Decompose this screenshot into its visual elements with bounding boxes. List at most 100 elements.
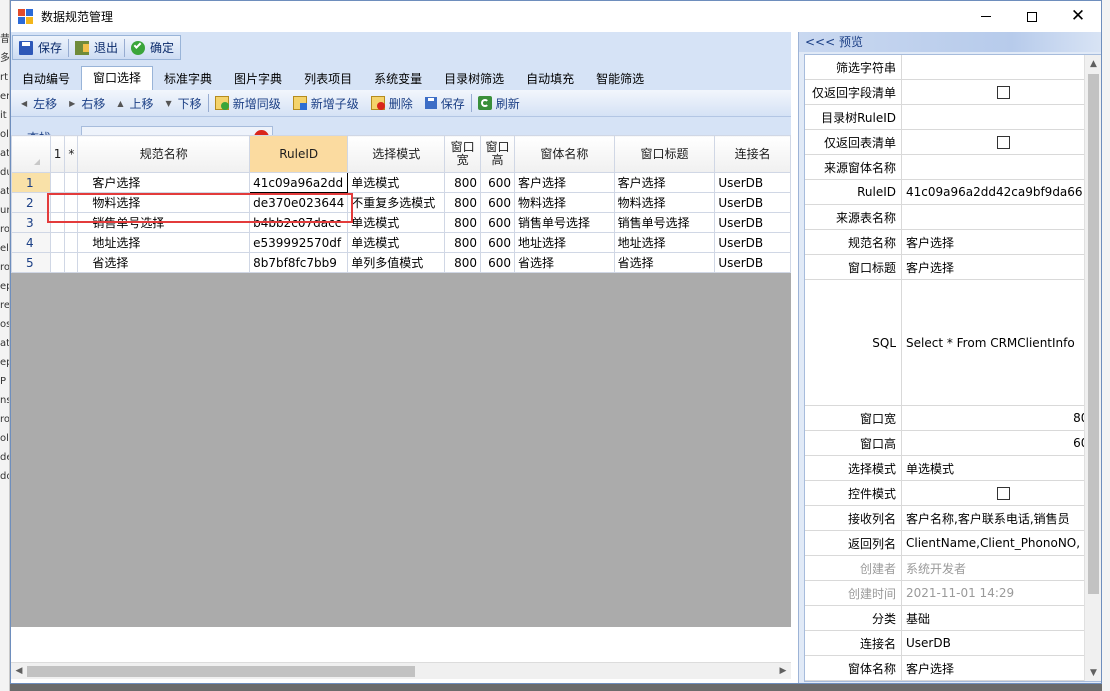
grid-cell-conn[interactable]: UserDB [714,232,791,253]
scroll-thumb[interactable] [1088,74,1099,594]
tab-0[interactable]: 自动编号 [11,68,81,90]
move-left-button[interactable]: ◀ 左移 [15,92,63,114]
tab-4[interactable]: 列表项目 [293,68,363,90]
ok-button[interactable]: 确定 [125,36,180,59]
column-header[interactable]: 规范名称 [77,135,251,173]
grid-cell-h[interactable]: 600 [480,172,515,193]
exit-button[interactable]: 退出 [69,36,124,59]
grid-cell-form[interactable]: 地址选择 [513,232,615,253]
grid-cell-wtitle[interactable]: 客户选择 [613,172,716,193]
grid-cell-name[interactable]: 客户选择 [77,172,251,193]
property-value[interactable]: Select * From CRMClientInfo [902,280,1101,405]
property-value[interactable]: 单选模式 [902,456,1101,480]
column-header[interactable]: 窗体名称 [513,135,615,173]
grid-cell-id[interactable]: b4bb2c07dacc [249,212,349,233]
grid-cell-mode[interactable]: 单选模式 [347,172,446,193]
row-indicator-cell[interactable] [49,172,66,193]
grid-cell-name[interactable]: 省选择 [77,252,251,273]
grid-cell-wtitle[interactable]: 省选择 [613,252,716,273]
grid-cell-name[interactable]: 地址选择 [77,232,251,253]
tab-7[interactable]: 自动填充 [515,68,585,90]
move-right-button[interactable]: ▶ 右移 [63,92,111,114]
table-row[interactable]: 2 物料选择 de370e023644 不重复多选模式 800 600 物料选择 物料选择 Us… [11,192,791,213]
tab-6[interactable]: 目录树筛选 [433,68,515,90]
grid-horizontal-scrollbar[interactable]: ◀ ▶ [11,662,791,679]
row-number[interactable]: 2 [11,192,51,213]
grid-cell-mode[interactable]: 单选模式 [347,212,446,233]
property-value[interactable]: ClientName,Client_PhonoNO, [902,531,1101,555]
tab-8[interactable]: 智能筛选 [585,68,655,90]
grid-cell-mode[interactable]: 不重复多选模式 [347,192,446,213]
property-checkbox-cell[interactable] [902,80,1101,104]
grid-cell-h[interactable]: 600 [480,212,515,233]
tab-5[interactable]: 系统变量 [363,68,433,90]
maximize-button[interactable] [1009,1,1055,32]
row-indicator-cell[interactable] [64,192,79,213]
property-value[interactable]: 600 [902,431,1101,455]
column-header[interactable]: 连接名 [714,135,791,173]
grid-cell-id[interactable]: 41c09a96a2dd [249,172,349,193]
property-value[interactable]: 客户选择 [902,255,1101,279]
scroll-up-icon[interactable]: ▲ [1085,55,1101,72]
checkbox[interactable] [997,135,1010,149]
move-up-button[interactable]: ▲ 上移 [111,92,159,114]
property-value[interactable]: 基础 [902,606,1101,630]
grid-cell-name[interactable]: 销售单号选择 [77,212,251,233]
row-indicator-cell[interactable] [64,232,79,253]
property-value[interactable] [902,155,1101,179]
property-value[interactable]: 客户选择 [902,230,1101,254]
grid-cell-conn[interactable]: UserDB [714,172,791,193]
scroll-down-icon[interactable]: ▼ [1085,664,1101,681]
property-value[interactable] [902,205,1101,229]
grid-cell-w[interactable]: 800 [444,192,482,213]
row-number[interactable]: 3 [11,212,51,233]
column-header[interactable]: RuleID [249,135,349,173]
property-value[interactable]: UserDB [902,631,1101,655]
grid-cell-form[interactable]: 省选择 [513,252,615,273]
header-number[interactable]: 1 [49,135,66,173]
grid-cell-w[interactable]: 800 [444,172,482,193]
grid-cell-id[interactable]: 8b7bf8fc7bb9 [249,252,349,273]
row-indicator-cell[interactable] [64,172,79,193]
minimize-button[interactable] [963,1,1009,32]
row-number[interactable]: 1 [11,172,51,193]
property-value[interactable]: 客户选择 [902,656,1101,680]
row-indicator-cell[interactable] [49,232,66,253]
close-button[interactable]: ✕ [1055,1,1101,32]
move-down-button[interactable]: ▼ 下移 [160,92,208,114]
delete-button[interactable]: 删除 [365,92,419,114]
grid-cell-wtitle[interactable]: 地址选择 [613,232,716,253]
property-value[interactable] [902,105,1101,129]
header-star[interactable]: * [64,135,79,173]
add-child-button[interactable]: 新增子级 [287,92,365,114]
grid-cell-conn[interactable]: UserDB [714,252,791,273]
grid-cell-h[interactable]: 600 [480,192,515,213]
row-indicator-cell[interactable] [49,212,66,233]
scroll-thumb[interactable] [27,666,415,677]
property-checkbox-cell[interactable] [902,481,1101,505]
table-row[interactable]: 4 地址选择 e539992570df 单选模式 800 600 地址选择 地址选择 UserD… [11,232,791,253]
tab-1[interactable]: 窗口选择 [81,66,154,90]
column-header[interactable]: 窗口宽 [444,135,482,173]
grid-cell-h[interactable]: 600 [480,252,515,273]
property-value[interactable]: 41c09a96a2dd42ca9bf9da66 [902,180,1101,204]
grid-cell-w[interactable]: 800 [444,232,482,253]
grid-cell-wtitle[interactable]: 物料选择 [613,192,716,213]
save-button[interactable]: 保存 [13,36,68,59]
table-row[interactable]: 1 客户选择 41c09a96a2dd 单选模式 800 600 客户选择 客户选择 UserD… [11,172,791,193]
tab-3[interactable]: 图片字典 [223,68,293,90]
row-number[interactable]: 5 [11,252,51,273]
scroll-left-icon[interactable]: ◀ [11,663,27,679]
save-row-button[interactable]: 保存 [419,92,471,114]
grid-cell-h[interactable]: 600 [480,232,515,253]
grid-cell-form[interactable]: 销售单号选择 [513,212,615,233]
property-value[interactable]: 800 [902,406,1101,430]
row-indicator-cell[interactable] [49,192,66,213]
table-row[interactable]: 3 销售单号选择 b4bb2c07dacc 单选模式 800 600 销售单号选择 销售单号选… [11,212,791,233]
grid-cell-form[interactable]: 客户选择 [513,172,615,193]
grid-cell-w[interactable]: 800 [444,252,482,273]
property-grid-scrollbar[interactable]: ▲ ▼ [1084,55,1101,681]
grid-cell-w[interactable]: 800 [444,212,482,233]
grid-cell-wtitle[interactable]: 销售单号选择 [613,212,716,233]
grid-cell-conn[interactable]: UserDB [714,212,791,233]
